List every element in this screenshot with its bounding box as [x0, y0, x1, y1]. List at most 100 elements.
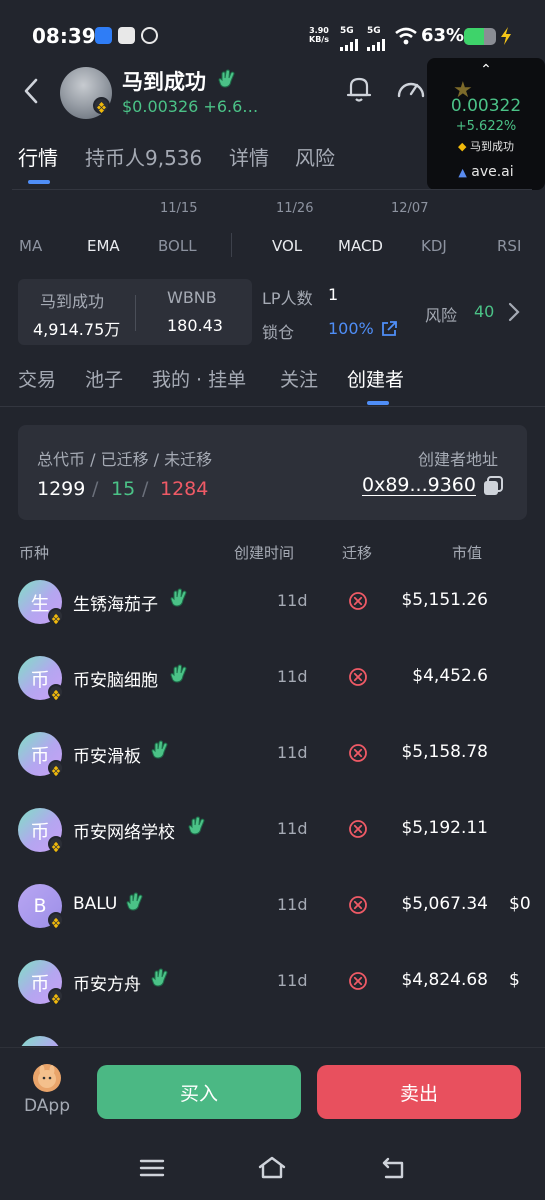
indicator-rsi[interactable]: RSI	[497, 237, 521, 255]
market-cap: $5,067.34	[401, 894, 488, 914]
app-notification-icon	[141, 27, 158, 44]
home-icon[interactable]	[257, 1155, 287, 1181]
bnb-chain-badge-icon	[48, 988, 64, 1005]
subtab-trades[interactable]: 交易	[18, 365, 56, 392]
status-time: 08:39	[32, 24, 96, 48]
indicator-vol[interactable]: VOL	[272, 237, 302, 255]
ave-token-row: ◆ 马到成功	[458, 140, 514, 153]
creator-address-label: 创建者地址	[418, 450, 499, 469]
created-time: 11d	[277, 591, 308, 610]
token-name: BALU	[73, 894, 118, 914]
indicator-ma[interactable]: MA	[19, 237, 42, 255]
indicator-macd[interactable]: MACD	[338, 237, 383, 255]
separator: /	[142, 478, 149, 500]
pool-token-label: 马到成功	[40, 292, 105, 311]
tab-risk[interactable]: 风险	[295, 142, 335, 171]
not-migrated-icon	[348, 591, 368, 615]
not-migrated-icon	[348, 971, 368, 995]
lock-value[interactable]: 100%	[328, 319, 374, 338]
hand-icon	[126, 892, 144, 916]
subtab-watch[interactable]: 关注	[280, 365, 318, 392]
chevron-right-icon[interactable]	[506, 301, 522, 323]
table-row[interactable]: 币 币安脑细胞 11d $4,452.6	[0, 652, 545, 728]
creator-migrated-count: 15	[111, 478, 136, 500]
market-cap: $5,192.11	[401, 818, 488, 838]
subtab-pools[interactable]: 池子	[85, 365, 123, 392]
creator-token-list: 生 生锈海茄子 11d $5,151.26 币 币安脑细胞 11d $4,452…	[0, 576, 545, 1046]
cut-off-value: $0	[509, 894, 531, 914]
tab-holders[interactable]: 持币人9,536	[85, 142, 202, 171]
pool-pair-label: WBNB	[167, 288, 217, 307]
token-name: 马到成功	[122, 70, 206, 94]
token-name: 币安网络学校	[73, 823, 175, 843]
col-header-mcap[interactable]: 市值	[452, 542, 482, 563]
subtab-my-orders[interactable]: 我的 · 挂单	[152, 365, 246, 392]
bnb-chain-badge-icon	[93, 97, 110, 114]
buy-button[interactable]: 买入	[97, 1065, 301, 1119]
token-price-line: $0.00326 +6.6…	[122, 97, 259, 116]
hand-icon	[151, 968, 169, 992]
back-icon[interactable]	[20, 76, 44, 106]
bnb-chain-badge-icon	[48, 836, 64, 853]
table-row[interactable]: B BALU 11d $5,067.34 $0	[0, 880, 545, 956]
col-header-token: 币种	[19, 544, 50, 562]
external-link-icon[interactable]	[380, 320, 398, 338]
creator-summary-card	[18, 425, 527, 520]
indicator-boll[interactable]: BOLL	[158, 237, 197, 255]
table-row[interactable]: 币 币安网络学校 11d $5,192.11	[0, 804, 545, 880]
hand-icon	[170, 588, 188, 612]
market-cap: $4,824.68	[401, 970, 488, 990]
risk-label[interactable]: 风险	[425, 302, 457, 326]
bell-icon[interactable]	[343, 72, 375, 104]
table-row[interactable]: 币 币安方舟 11d $4,824.68 $	[0, 956, 545, 1032]
token-name: 生锈海茄子	[73, 595, 158, 615]
indicator-kdj[interactable]: KDJ	[421, 237, 447, 255]
tab-details[interactable]: 详情	[229, 142, 269, 171]
sell-button[interactable]: 卖出	[317, 1065, 521, 1119]
not-migrated-icon	[348, 819, 368, 843]
battery-level	[464, 28, 485, 45]
creator-address[interactable]: 0x89...9360	[362, 474, 476, 496]
bnb-chain-badge-icon	[48, 760, 64, 777]
indicator-ema[interactable]: EMA	[87, 237, 120, 255]
pool-token-amount: 4,914.75万	[33, 320, 121, 339]
table-row[interactable]: 生 生锈海茄子 11d $5,151.26	[0, 576, 545, 652]
divider	[135, 295, 136, 331]
token-name: 币安方舟	[73, 975, 141, 995]
collapse-caret-icon[interactable]: ⌃	[427, 62, 545, 78]
col-header-migrated[interactable]: 迁移	[342, 542, 372, 563]
wifi-icon	[395, 27, 417, 45]
dapp-label[interactable]: DApp	[24, 1096, 70, 1116]
created-time: 11d	[277, 819, 308, 838]
divider	[0, 406, 545, 407]
hand-icon	[218, 69, 235, 88]
gauge-icon[interactable]	[394, 72, 428, 106]
ave-floating-widget[interactable]: ⌃ ★ 0.00322 +5.622% ◆ 马到成功 ▲ ave.ai	[427, 58, 545, 190]
table-row[interactable]: 币 币安滑板 11d $5,158.78	[0, 728, 545, 804]
token-avatar	[18, 1036, 62, 1046]
risk-score[interactable]: 40	[474, 302, 494, 321]
tab-indicator	[367, 401, 389, 405]
created-time: 11d	[277, 895, 308, 914]
lock-label: 锁仓	[262, 323, 295, 342]
cut-off-value: $	[509, 970, 520, 990]
dapp-icon[interactable]	[33, 1064, 61, 1092]
market-cap: $5,158.78	[401, 742, 488, 762]
app-notification-icon	[95, 27, 112, 44]
pool-pair-amount: 180.43	[167, 316, 223, 335]
lp-count-label: LP人数	[262, 289, 313, 308]
table-row[interactable]	[0, 1032, 545, 1046]
creator-total-tokens: 1299	[37, 478, 86, 500]
back-nav-icon[interactable]	[380, 1155, 408, 1181]
hand-icon	[151, 740, 169, 764]
created-time: 11d	[277, 971, 308, 990]
copy-icon[interactable]	[482, 475, 504, 497]
not-migrated-icon	[348, 667, 368, 691]
menu-icon[interactable]	[139, 1157, 165, 1179]
tab-market[interactable]: 行情	[18, 142, 58, 171]
token-name: 币安脑细胞	[73, 671, 158, 691]
market-cap: $4,452.6	[412, 666, 488, 686]
separator: /	[92, 478, 99, 500]
subtab-creator[interactable]: 创建者	[347, 365, 404, 392]
col-header-created: 创建时间	[234, 544, 295, 562]
